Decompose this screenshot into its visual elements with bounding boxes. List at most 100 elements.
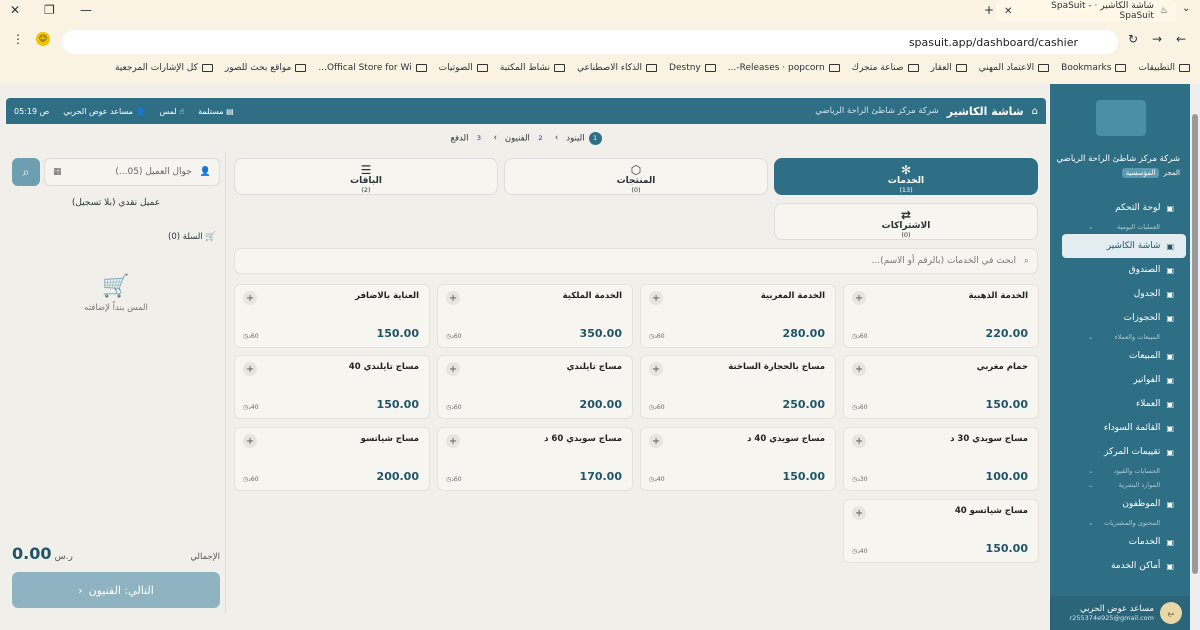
- duration-text: 40د: [248, 404, 259, 411]
- add-icon[interactable]: +: [649, 291, 663, 305]
- service-card[interactable]: مساج تايلندي +200.00 60د◷: [437, 355, 633, 419]
- bookmark-item[interactable]: كل الإشارات المرجعية: [115, 63, 213, 73]
- service-name: مساج تايلندي 40: [348, 362, 419, 372]
- bookmark-item[interactable]: مواقع بحث للصور: [225, 63, 307, 73]
- next-technicians-button[interactable]: التالي: الفنيون ‹: [12, 572, 220, 608]
- service-card[interactable]: مساج سويدي 40 د +150.00 40د◷: [640, 427, 836, 491]
- tab-search-icon[interactable]: ⌄: [1182, 3, 1190, 14]
- customer-search-button[interactable]: ⌕: [12, 158, 40, 186]
- service-card[interactable]: مساج بالحجارة الساخنة +250.00 60د◷: [640, 355, 836, 419]
- customer-phone-field[interactable]: 👤 جوال العميل (05...) ▦: [44, 158, 220, 186]
- bookmark-item[interactable]: التطبيقات: [1138, 63, 1190, 73]
- invoice-icon: ▣: [1166, 375, 1174, 385]
- service-card[interactable]: مساج شياتسو 40 +150.00 40د◷: [843, 499, 1039, 563]
- current-user: 👤 مساعد عوض الحربي: [63, 106, 146, 116]
- nav-section[interactable]: العمليات اليومية ⌄: [1058, 220, 1190, 234]
- bookmark-item[interactable]: الاعتماد المهني: [979, 63, 1050, 73]
- sidebar-item[interactable]: ▣ المبيعات: [1062, 344, 1186, 368]
- services-icon: ▣: [1166, 537, 1174, 547]
- add-icon[interactable]: +: [243, 291, 257, 305]
- bookmark-item[interactable]: Releases · popcorn-...: [728, 63, 840, 73]
- service-card[interactable]: الخدمة الملكية +350.00 60د◷: [437, 284, 633, 348]
- tab-3[interactable]: ⇄ الاشتراكات (0): [774, 203, 1038, 240]
- sidebar-item-label: لوحة التحكم: [1115, 203, 1161, 213]
- sidebar-item[interactable]: ▣ أماكن الخدمة: [1062, 554, 1186, 578]
- step-item[interactable]: 3الدفع: [450, 131, 486, 145]
- service-card[interactable]: الخدمة الذهبية +220.00 60د◷: [843, 284, 1039, 348]
- chevron-left-icon: ‹: [78, 583, 83, 597]
- add-icon[interactable]: +: [446, 291, 460, 305]
- back-icon[interactable]: ←: [1176, 32, 1186, 46]
- service-card[interactable]: العناية بالاضافر +150.00 60د◷: [234, 284, 430, 348]
- service-card[interactable]: الخدمة المغربية +280.00 60د◷: [640, 284, 836, 348]
- browser-tab[interactable]: ♨ شاشة الكاشير · SpaSuit - SpaSuit ✕: [996, 0, 1176, 22]
- service-card[interactable]: حمام مغربي +150.00 60د◷: [843, 355, 1039, 419]
- touch-mode-toggle[interactable]: ☝ لمس: [159, 107, 184, 116]
- sidebar-item[interactable]: ▣ الموظفون: [1062, 492, 1186, 516]
- sidebar-item[interactable]: ▣ الحجوزات: [1062, 306, 1186, 330]
- nav-section[interactable]: المبيعات والعملاء ⌄: [1058, 330, 1190, 344]
- user-profile[interactable]: مع مساعد عوض الحربي r255374e925@gmail.co…: [1050, 596, 1190, 630]
- bookmark-label: Bookmarks: [1061, 63, 1112, 73]
- bookmark-item[interactable]: صناعة متجرك: [852, 63, 919, 73]
- add-icon[interactable]: +: [852, 362, 866, 376]
- nav-section[interactable]: الموارد البشرية ⌄: [1058, 478, 1190, 492]
- service-search-field[interactable]: ⌕ ابحث في الخدمات (بالرقم أو الاسم)...: [234, 248, 1038, 274]
- add-icon[interactable]: +: [243, 362, 257, 376]
- service-name: مساج تايلندي: [566, 362, 622, 372]
- add-icon[interactable]: +: [852, 434, 866, 448]
- add-icon[interactable]: +: [649, 362, 663, 376]
- service-card[interactable]: مساج تايلندي 40 +150.00 40د◷: [234, 355, 430, 419]
- bookmark-item[interactable]: Bookmarks: [1061, 63, 1127, 73]
- forward-icon[interactable]: →: [1152, 32, 1162, 46]
- bookmark-item[interactable]: العقار: [931, 63, 967, 73]
- restore-window-icon[interactable]: ❐: [44, 3, 55, 17]
- minimize-window-icon[interactable]: —: [80, 3, 92, 17]
- tab-0[interactable]: ✻ الخدمات (13): [774, 158, 1038, 195]
- bookmark-item[interactable]: الصوتيات: [439, 63, 488, 73]
- add-icon[interactable]: +: [446, 362, 460, 376]
- bookmark-item[interactable]: Offical Store for Wi...: [318, 63, 427, 73]
- menu-icon[interactable]: ⋮: [12, 32, 24, 46]
- sidebar-item[interactable]: ▣ تقييمات المركز: [1062, 440, 1186, 464]
- sidebar-item[interactable]: ▣ الجدول: [1062, 282, 1186, 306]
- service-duration: 60د◷: [649, 333, 665, 340]
- service-card[interactable]: مساج سويدي 60 د +170.00 60د◷: [437, 427, 633, 491]
- keypad-icon[interactable]: ▦: [53, 167, 62, 177]
- close-window-icon[interactable]: ✕: [10, 3, 20, 17]
- service-price: 150.00: [376, 398, 419, 411]
- add-icon[interactable]: +: [446, 434, 460, 448]
- nav-section[interactable]: المحتوى والمشتريات ⌄: [1058, 516, 1190, 530]
- step-item[interactable]: 1البنود: [566, 131, 602, 145]
- tab-1[interactable]: ⬡ المنتجات (0): [504, 158, 768, 195]
- tab-2[interactable]: ☰ الباقات (2): [234, 158, 498, 195]
- org-logo: [1096, 100, 1146, 136]
- nav-section[interactable]: الحسابات والقيود ⌄: [1058, 464, 1190, 478]
- tab-label: الباقات: [350, 176, 382, 186]
- page-scrollbar[interactable]: [1190, 84, 1200, 630]
- bookmark-item[interactable]: Destny: [669, 63, 716, 73]
- sidebar-item[interactable]: ▣ الفواتير: [1062, 368, 1186, 392]
- sidebar-item[interactable]: ▣ الصندوق: [1062, 258, 1186, 282]
- step-item[interactable]: 2الفنيون: [505, 131, 547, 145]
- sidebar-item[interactable]: ▣ شاشة الكاشير: [1062, 234, 1186, 258]
- add-icon[interactable]: +: [852, 291, 866, 305]
- sidebar-item[interactable]: ▣ العملاء: [1062, 392, 1186, 416]
- folder-icon: [907, 64, 919, 72]
- tab-close-icon[interactable]: ✕: [1004, 6, 1012, 17]
- add-icon[interactable]: +: [243, 434, 257, 448]
- add-icon[interactable]: +: [852, 506, 866, 520]
- sidebar-item[interactable]: ▣ لوحة التحكم: [1062, 196, 1186, 220]
- service-card[interactable]: مساج شياتسو +200.00 60د◷: [234, 427, 430, 491]
- url-field[interactable]: spasuit.app/dashboard/cashier: [62, 30, 1118, 54]
- add-icon[interactable]: +: [649, 434, 663, 448]
- bookmark-item[interactable]: نشاط المكتبة: [500, 63, 565, 73]
- profile-icon[interactable]: ☺: [36, 32, 50, 46]
- sidebar-item[interactable]: ▣ القائمة السوداء: [1062, 416, 1186, 440]
- new-tab-icon[interactable]: +: [984, 3, 994, 17]
- bookmark-item[interactable]: الذكاء الاصطناعي: [577, 63, 658, 73]
- reload-icon[interactable]: ↻: [1128, 32, 1138, 46]
- sidebar-item[interactable]: ▣ الخدمات: [1062, 530, 1186, 554]
- service-card[interactable]: مساج سويدي 30 د +100.00 30د◷: [843, 427, 1039, 491]
- cart-total: الإجمالي ر.س 0.00: [12, 544, 220, 563]
